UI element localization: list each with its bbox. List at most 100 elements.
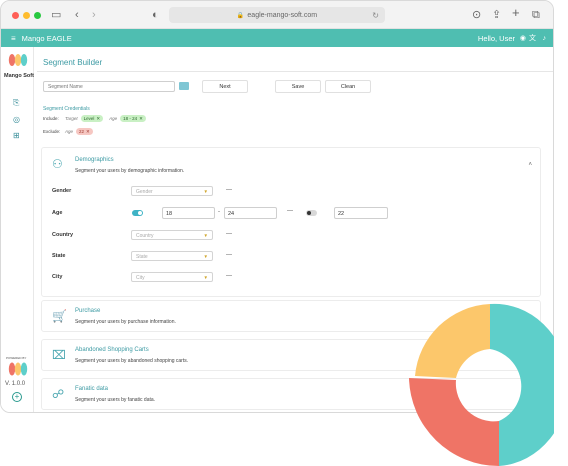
url-text: eagle-mango-soft.com	[247, 11, 318, 19]
fanatic-data-title: Fanatic data	[75, 386, 109, 392]
city-label: City	[52, 274, 63, 280]
chip-value: Level	[83, 116, 95, 121]
cart-icon: 🛒	[52, 309, 67, 323]
user-greeting[interactable]: Hello, User	[478, 34, 515, 43]
criteria-key: Age	[65, 129, 74, 134]
toggle-knob	[307, 211, 311, 215]
criteria-key: Target	[65, 116, 78, 121]
fanatic-data-subtitle: Segment your users by fanatic data.	[75, 397, 156, 403]
age-exclude-input[interactable]: 22	[334, 207, 388, 219]
logo-text: Mango Soft	[4, 73, 34, 79]
browser-chrome: ▭ ‹ › ◐ 🔒 eagle-mango-soft.com ↻ ⊙ ⇪ + ⧉	[1, 1, 553, 29]
age-max-input[interactable]: 24	[224, 207, 277, 219]
user-icon[interactable]: ◉	[520, 34, 526, 42]
abandoned-carts-subtitle: Segment your users by abandoned shopping…	[75, 358, 189, 364]
reload-icon[interactable]: ↻	[372, 11, 379, 20]
criteria-key: Age	[109, 116, 118, 121]
add-button[interactable]: +	[12, 392, 22, 402]
translate-icon[interactable]: 文	[529, 33, 536, 43]
fanatic-icon: ☍	[52, 387, 65, 401]
chip-value: 22	[79, 129, 85, 134]
purchase-title: Purchase	[75, 308, 101, 314]
age-exclude-toggle[interactable]	[306, 210, 317, 216]
segment-name-input[interactable]	[43, 81, 175, 92]
download-icon[interactable]: ⊙	[472, 8, 481, 22]
state-placeholder: State	[136, 253, 148, 260]
page-title: Segment Builder	[43, 58, 103, 67]
app-title: Mango EAGLE	[21, 33, 72, 43]
new-tab-icon[interactable]: +	[512, 6, 520, 20]
toggle-knob	[138, 211, 142, 215]
powered-by-logo	[8, 362, 28, 376]
address-bar[interactable]: 🔒 eagle-mango-soft.com ↻	[169, 7, 385, 23]
minimize-window-button[interactable]	[23, 11, 30, 19]
gender-label: Gender	[52, 188, 72, 194]
exclude-row: Exclude: Age 22 ✕	[43, 128, 99, 135]
chevron-down-icon: ▼	[203, 189, 208, 194]
exclude-label: Exclude:	[43, 129, 61, 134]
donut-teal-segment	[490, 303, 554, 466]
criteria-chip[interactable]: Level ✕	[80, 115, 104, 122]
age-label: Age	[52, 210, 63, 216]
sidebar-toggle-icon[interactable]: ▭	[51, 8, 61, 22]
back-arrow-icon[interactable]: ‹	[75, 8, 79, 22]
city-dash: —	[226, 273, 232, 279]
version-label: V. 1.0.0	[5, 381, 26, 387]
include-label: Include:	[43, 116, 59, 121]
privacy-shield-icon[interactable]: ◐	[152, 8, 159, 22]
collapse-icon[interactable]: ˄	[528, 162, 532, 168]
demographics-subtitle: Segment your users by demographic inform…	[75, 168, 185, 174]
age-min-input[interactable]: 18	[162, 207, 215, 219]
age-toggle[interactable]	[132, 210, 143, 216]
state-select[interactable]: State ▼	[131, 251, 213, 261]
chevron-down-icon: ▼	[203, 254, 208, 259]
gender-select[interactable]: Gender ▼	[131, 186, 213, 196]
country-placeholder: Country	[136, 232, 154, 239]
tabs-overview-icon[interactable]: ⧉	[532, 8, 540, 22]
gender-dash: —	[226, 187, 232, 193]
clean-button[interactable]: Clean	[325, 80, 371, 93]
demographics-title: Demographics	[75, 157, 114, 163]
save-button[interactable]: Save	[275, 80, 321, 93]
country-dash: —	[226, 231, 232, 237]
people-icon: ⚇	[52, 157, 63, 171]
criteria-chip[interactable]: 18 - 24 ✕	[120, 115, 146, 122]
gender-placeholder: Gender	[136, 188, 153, 195]
remove-chip-icon[interactable]: ✕	[96, 116, 100, 122]
city-select[interactable]: City ▼	[131, 272, 213, 282]
purchase-subtitle: Segment your users by purchase informati…	[75, 319, 176, 325]
criteria-title: Segment Credentials	[43, 106, 90, 112]
donut-yellow-segment	[415, 304, 490, 378]
include-row: Include: Target Level ✕ Age 18 - 24 ✕	[43, 115, 152, 122]
country-select[interactable]: Country ▼	[131, 230, 213, 240]
chevron-down-icon: ▼	[203, 275, 208, 280]
remove-chip-icon[interactable]: ✕	[139, 116, 143, 122]
segments-icon[interactable]: ⎘	[13, 98, 19, 108]
state-dash: —	[226, 252, 232, 258]
mango-soft-logo: Mango Soft	[4, 53, 34, 79]
next-button[interactable]: Next	[202, 80, 248, 93]
remove-chip-icon[interactable]: ✕	[86, 129, 90, 135]
mango-logo-mark	[8, 54, 28, 66]
criteria-chip[interactable]: 22 ✕	[76, 128, 93, 135]
segment-name-icon[interactable]	[179, 82, 189, 90]
lock-icon: 🔒	[236, 12, 245, 19]
powered-by-label: POWERED BY	[6, 356, 27, 360]
country-label: Country	[52, 232, 74, 238]
decorative-donut-graphic	[409, 303, 554, 466]
profile-icon[interactable]: ◎	[13, 115, 20, 124]
close-window-button[interactable]	[12, 11, 19, 19]
maximize-window-button[interactable]	[34, 11, 41, 19]
chip-value: 18 - 24	[123, 116, 138, 121]
abandoned-carts-title: Abandoned Shopping Carts	[75, 347, 149, 353]
app-header: ≡ Mango EAGLE Hello, User ◉ 文 ♪	[1, 29, 553, 47]
title-divider	[37, 71, 553, 72]
share-icon[interactable]: ⇪	[492, 8, 501, 22]
bell-icon[interactable]: ♪	[543, 35, 547, 42]
reports-icon[interactable]: ⊞	[13, 131, 20, 140]
city-placeholder: City	[136, 274, 145, 281]
demographics-card: ⚇ Demographics Segment your users by dem…	[41, 147, 541, 297]
abandoned-cart-icon: ⌧	[52, 348, 66, 362]
hamburger-icon[interactable]: ≡	[11, 34, 16, 43]
forward-arrow-icon[interactable]: ›	[92, 8, 96, 22]
